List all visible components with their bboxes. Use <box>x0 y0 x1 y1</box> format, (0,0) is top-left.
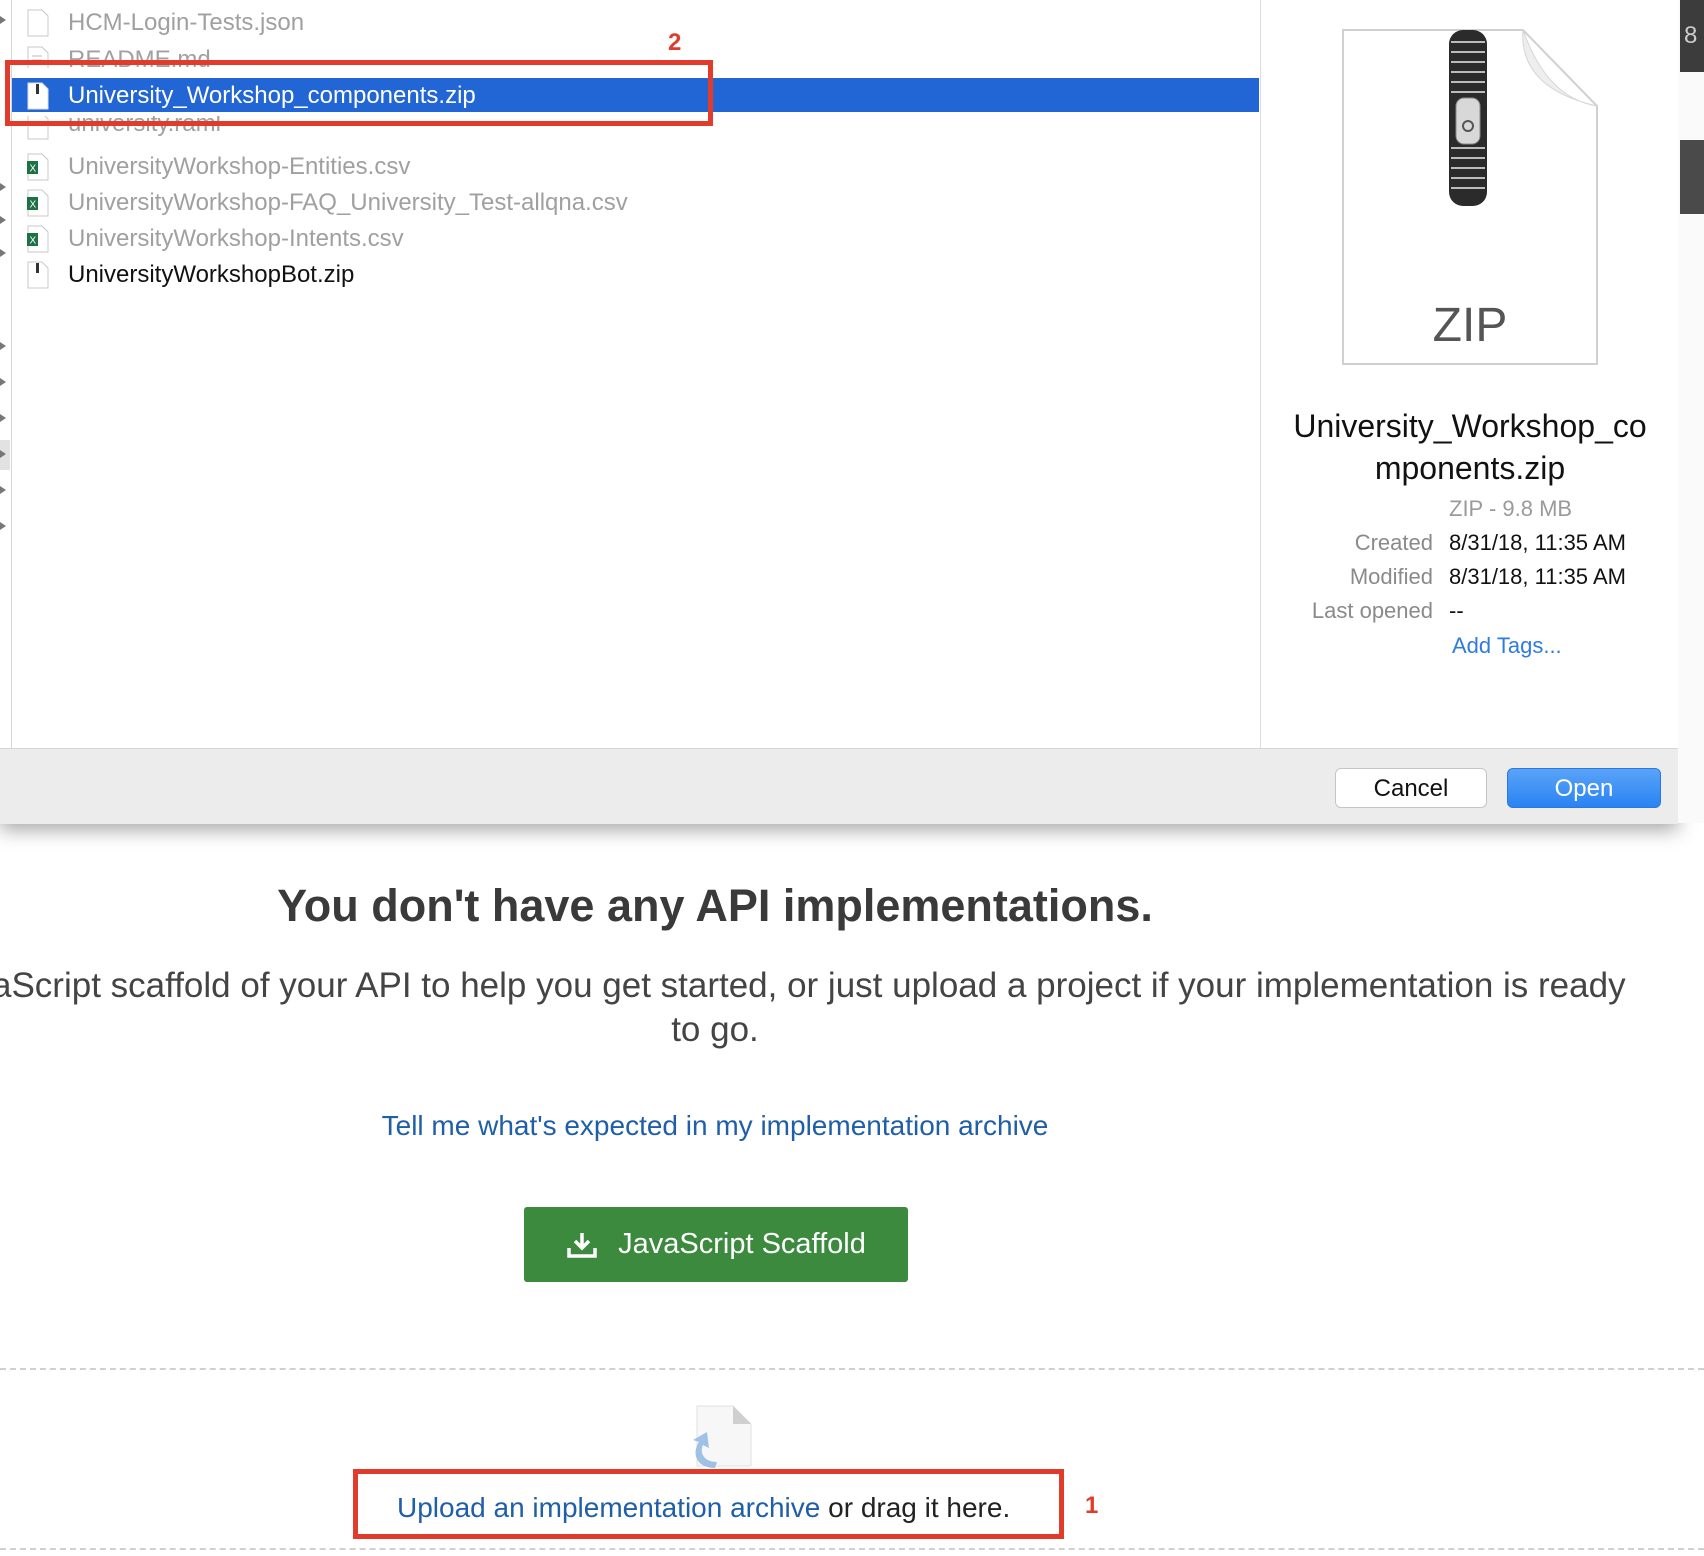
disclosure-triangle-icon[interactable] <box>0 249 6 257</box>
file-name: UniversityWorkshopBot.zip <box>68 261 355 288</box>
excel-icon: X <box>27 189 49 217</box>
scaffold-button-label: JavaScript Scaffold <box>618 1228 866 1260</box>
annotation-number-2: 2 <box>668 29 682 56</box>
disclosure-triangle-icon[interactable] <box>0 414 6 422</box>
dialog-footer: Cancel Open <box>0 748 1678 824</box>
svg-text:X: X <box>30 164 37 175</box>
svg-text:X: X <box>30 200 37 211</box>
upload-file-icon <box>693 1405 752 1468</box>
disclosure-triangle-icon[interactable] <box>0 522 6 530</box>
disclosure-triangle-icon[interactable] <box>0 342 6 350</box>
type-size-value: ZIP - 9.8 MB <box>1449 496 1573 521</box>
file-row[interactable]: UniversityWorkshopBot.zip <box>12 257 1259 293</box>
file-name: UniversityWorkshop-Intents.csv <box>68 225 404 252</box>
disclosure-triangle-icon[interactable] <box>0 216 6 224</box>
page-title: You don't have any API implementations. <box>277 880 1153 931</box>
file-name: HCM-Login-Tests.json <box>68 9 305 36</box>
preview-type-size: ZIP - 9.8 MB <box>1261 496 1679 526</box>
page-description: aScript scaffold of your API to help you… <box>0 966 1626 1005</box>
file-row[interactable]: X UniversityWorkshop-Entities.csv <box>12 149 1259 185</box>
add-tags-link[interactable]: Add Tags... <box>1452 633 1562 659</box>
preview-pane: ZIP University_Workshop_co mponents.zip … <box>1260 0 1679 748</box>
disclosure-triangle-icon[interactable] <box>0 450 6 458</box>
svg-text:X: X <box>30 236 37 247</box>
last-opened-value: -- <box>1449 598 1464 623</box>
background-window-text: 8 <box>1684 22 1698 49</box>
zip-type-label: ZIP <box>1432 299 1508 352</box>
page-description-continued: to go. <box>671 1010 759 1049</box>
download-icon <box>567 1232 597 1258</box>
file-row[interactable]: HCM-Login-Tests.json <box>12 5 1259 41</box>
file-name: UniversityWorkshop-Entities.csv <box>68 153 411 180</box>
created-row: Created 8/31/18, 11:35 AM <box>1261 530 1679 560</box>
drop-zone-bottom-border <box>0 1548 1704 1550</box>
excel-icon: X <box>27 225 49 253</box>
document-icon <box>27 9 49 37</box>
file-row[interactable]: X UniversityWorkshop-FAQ_University_Test… <box>12 185 1259 221</box>
modified-value: 8/31/18, 11:35 AM <box>1449 564 1626 589</box>
file-row[interactable]: X UniversityWorkshop-Intents.csv <box>12 221 1259 257</box>
preview-file-name: University_Workshop_co mponents.zip <box>1261 405 1679 489</box>
annotation-number-1: 1 <box>1085 1492 1099 1519</box>
disclosure-triangle-icon[interactable] <box>0 183 6 191</box>
excel-icon: X <box>27 153 49 181</box>
archive-help-link[interactable]: Tell me what's expected in my implementa… <box>0 1110 1430 1142</box>
created-value: 8/31/18, 11:35 AM <box>1449 530 1626 555</box>
created-label: Created <box>1354 530 1433 555</box>
modified-row: Modified 8/31/18, 11:35 AM <box>1261 564 1679 594</box>
annotation-box-1 <box>353 1469 1064 1539</box>
disclosure-triangle-icon[interactable] <box>0 378 6 386</box>
last-opened-label: Last opened <box>1311 598 1433 623</box>
javascript-scaffold-button[interactable]: JavaScript Scaffold <box>524 1207 908 1282</box>
disclosure-triangle-icon[interactable] <box>0 16 6 24</box>
cancel-button[interactable]: Cancel <box>1335 768 1487 808</box>
background-window-edge <box>1680 140 1704 214</box>
file-name: UniversityWorkshop-FAQ_University_Test-a… <box>68 189 628 216</box>
drop-zone-top-border <box>0 1368 1704 1370</box>
modified-label: Modified <box>1349 564 1433 589</box>
annotation-box-2 <box>5 60 713 126</box>
window-edge <box>1678 0 1704 823</box>
zip-icon <box>27 261 49 289</box>
zip-file-preview-icon: ZIP <box>1341 28 1599 366</box>
disclosure-triangle-icon[interactable] <box>0 486 6 494</box>
preview-name-line: mponents.zip <box>1374 450 1566 486</box>
last-opened-row: Last opened -- <box>1261 598 1679 628</box>
open-button[interactable]: Open <box>1507 768 1661 808</box>
preview-name-line: University_Workshop_co <box>1293 408 1647 444</box>
